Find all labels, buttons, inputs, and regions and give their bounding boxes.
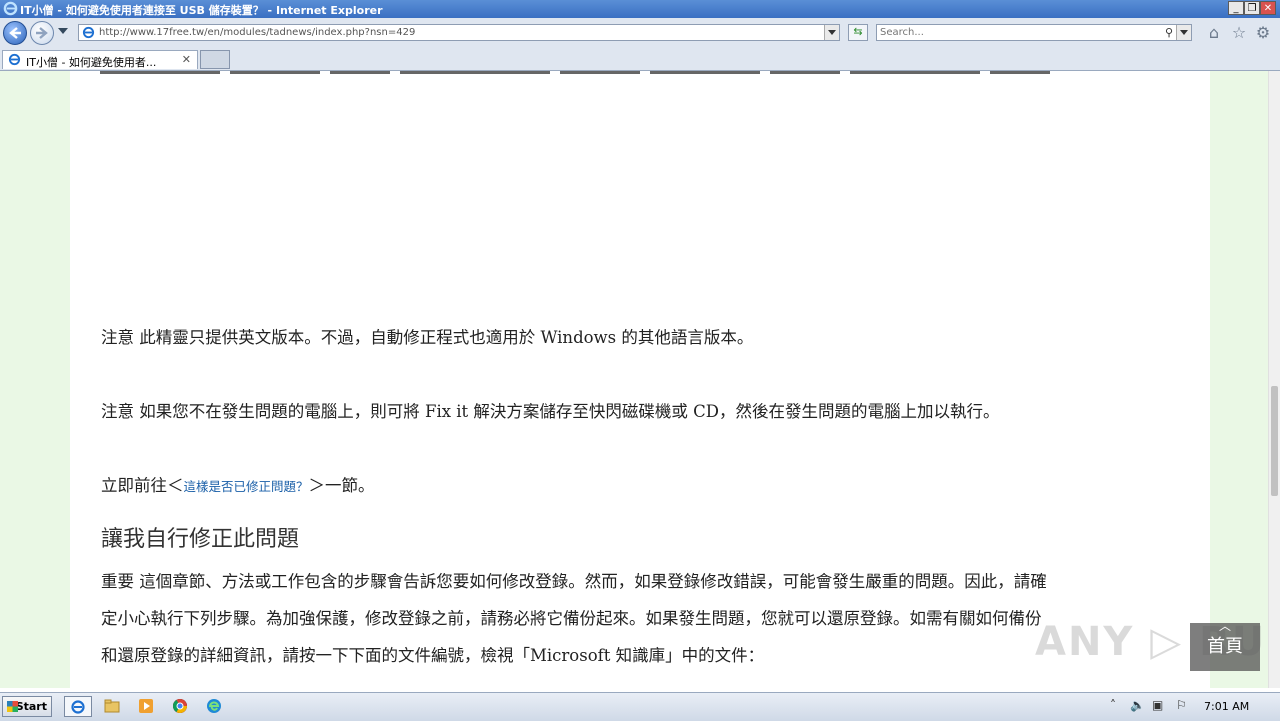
article-body: 注意 此精靈只提供英文版本。不過，自動修正程式也適用於 Windows 的其他語… — [70, 71, 1210, 688]
search-input[interactable] — [880, 26, 1150, 39]
tab-bar: IT小僧 - 如何避免使用者... ✕ — [0, 48, 1280, 71]
tray-expand-icon[interactable]: ˄ — [1110, 698, 1116, 712]
cut-off-text-line — [100, 71, 1160, 76]
search-dropdown-icon[interactable] — [1176, 25, 1191, 40]
window-titlebar: IT小僧 - 如何避免使用者連接至 USB 儲存裝置？ - Internet E… — [0, 0, 1280, 18]
tab-active[interactable]: IT小僧 - 如何避免使用者... ✕ — [2, 50, 198, 69]
start-label: Start — [15, 700, 47, 713]
restore-button[interactable]: ❐ — [1244, 1, 1260, 15]
note-english-only: 注意 此精靈只提供英文版本。不過，自動修正程式也適用於 Windows 的其他語… — [101, 328, 754, 347]
home-label: 首頁 — [1207, 636, 1243, 657]
goto-prefix: 立即前往＜ — [101, 476, 184, 495]
forward-arrow-icon — [36, 27, 48, 39]
goto-section-link[interactable]: 這樣是否已修正問題？ — [184, 479, 309, 494]
volume-icon[interactable]: 🔈 — [1130, 698, 1145, 712]
vertical-scrollbar[interactable] — [1268, 71, 1280, 688]
chevron-up-icon: ︿ — [1218, 619, 1231, 633]
page-favicon-icon — [82, 26, 95, 39]
navigation-bar: http://www.17free.tw/en/modules/tadnews/… — [0, 18, 1280, 49]
close-button[interactable]: ✕ — [1260, 1, 1276, 15]
window-title: IT小僧 - 如何避免使用者連接至 USB 儲存裝置？ - Internet E… — [20, 4, 383, 17]
minimize-button[interactable]: _ — [1228, 1, 1244, 15]
taskbar-media-player-icon[interactable] — [132, 696, 160, 717]
favorites-star-icon[interactable]: ☆ — [1230, 24, 1248, 42]
page-viewport: 注意 此精靈只提供英文版本。不過，自動修正程式也適用於 Windows 的其他語… — [0, 71, 1268, 688]
goto-section-line: 立即前往＜這樣是否已修正問題？＞一節。 — [101, 472, 375, 496]
windows-flag-icon — [7, 701, 18, 712]
important-paragraph-line-3: 和還原登錄的詳細資訊，請按一下下面的文件編號，檢視「Microsoft 知識庫」… — [101, 646, 765, 665]
new-tab-button[interactable] — [200, 50, 230, 69]
address-bar[interactable]: http://www.17free.tw/en/modules/tadnews/… — [78, 24, 840, 41]
important-paragraph-line-1: 重要 這個章節、方法或工作包含的步驟會告訴您要如何修改登錄。然而，如果登錄修改錯… — [101, 572, 1047, 591]
network-icon[interactable]: ▣ — [1152, 698, 1163, 712]
tab-close-icon[interactable]: ✕ — [182, 53, 191, 66]
tools-gear-icon[interactable]: ⚙ — [1254, 24, 1272, 42]
search-box[interactable]: ⚲ — [876, 24, 1192, 41]
tab-favicon-icon — [8, 53, 21, 66]
search-icon[interactable]: ⚲ — [1165, 26, 1173, 39]
back-arrow-icon — [9, 27, 21, 39]
home-icon[interactable]: ⌂ — [1205, 24, 1223, 42]
taskbar-chrome-icon[interactable] — [166, 696, 194, 717]
address-dropdown-icon[interactable] — [824, 25, 839, 40]
forward-button[interactable] — [30, 21, 54, 45]
taskbar-clock[interactable]: 7:01 AM — [1204, 700, 1249, 713]
history-dropdown-icon[interactable] — [58, 28, 68, 34]
taskbar-edge-icon[interactable] — [200, 696, 228, 717]
scrollbar-thumb[interactable] — [1271, 386, 1278, 496]
refresh-go-button[interactable]: ⇆ — [848, 24, 868, 41]
address-url[interactable]: http://www.17free.tw/en/modules/tadnews/… — [99, 27, 415, 38]
system-tray: ˄ 🔈 ▣ ⚐ — [1104, 696, 1280, 717]
ie-logo-icon — [3, 1, 18, 16]
start-button[interactable]: Start — [2, 696, 52, 717]
taskbar-ie-icon[interactable] — [64, 696, 92, 717]
note-fixit-usb: 注意 如果您不在發生問題的電腦上，則可將 Fix it 解決方案儲存至快閃磁碟機… — [101, 402, 1000, 421]
important-paragraph-line-2: 定小心執行下列步驟。為加強保護，修改登錄之前，請務必將它備份起來。如果發生問題，… — [101, 609, 1042, 628]
windows-taskbar: Start ˄ 🔈 ▣ ⚐ 7:01 AM — [0, 692, 1280, 721]
taskbar-explorer-folder-icon[interactable] — [98, 696, 126, 717]
tab-label: IT小僧 - 如何避免使用者... — [26, 56, 157, 69]
action-center-flag-icon[interactable]: ⚐ — [1176, 698, 1187, 712]
goto-suffix: ＞一節。 — [308, 476, 375, 495]
back-button[interactable] — [3, 21, 27, 45]
section-heading: 讓我自行修正此問題 — [101, 527, 300, 552]
back-to-top-button[interactable]: ︿ 首頁 — [1190, 619, 1260, 671]
